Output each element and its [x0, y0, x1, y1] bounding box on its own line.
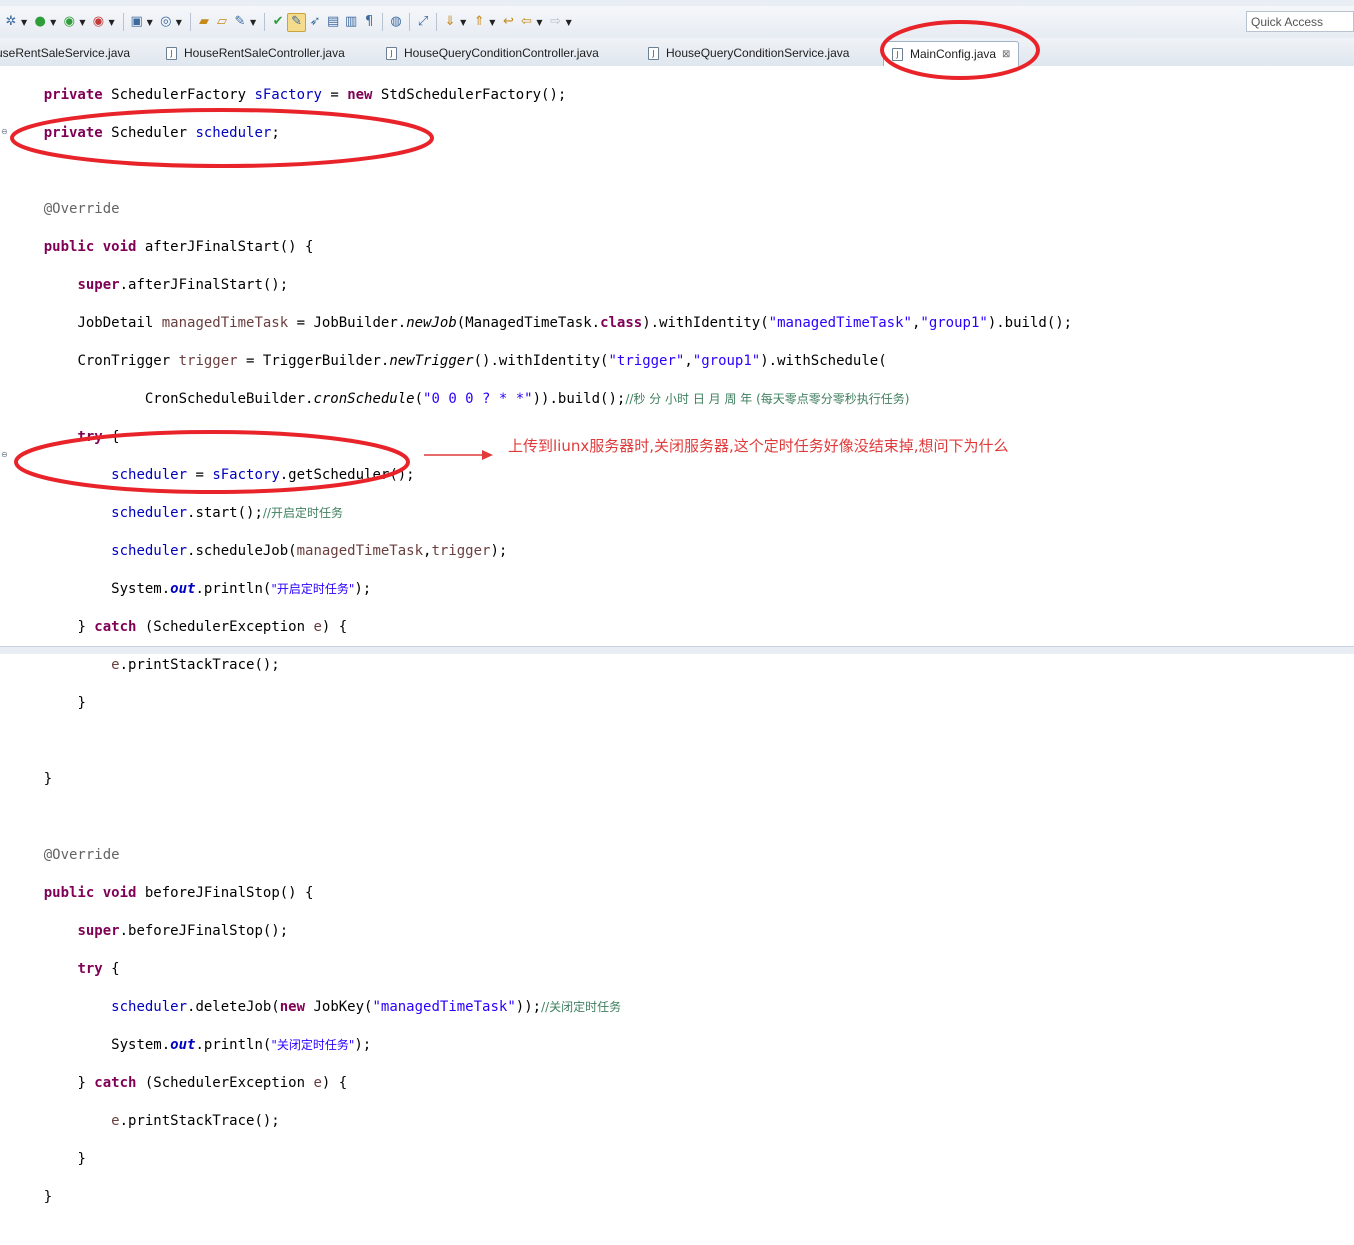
tab-label: MainConfig.java	[910, 47, 997, 61]
quick-access-input[interactable]: Quick Access	[1246, 11, 1354, 32]
new-class-dropdown-icon[interactable]: ▼	[176, 18, 182, 27]
run-as-icon[interactable]: ◉	[60, 13, 78, 31]
code-line: } catch (SchedulerException e) {	[77, 1075, 348, 1091]
annotation-note: 上传到liunx服务器时,关闭服务器,这个定时任务好像没结束掉,想问下为什么	[508, 437, 1009, 455]
code-line: @Override	[43, 201, 120, 217]
new-class-icon[interactable]: ◎	[157, 13, 175, 31]
next-edit-icon[interactable]: ⇓	[441, 13, 459, 31]
code-line: @Override	[43, 847, 120, 863]
code-line: }	[43, 1189, 53, 1205]
code-line: scheduler.start();//开启定时任务	[111, 505, 343, 521]
main-toolbar: ✲ ▼ ● ▼ ◉ ▼ ◉ ▼ ▣ ▼ ◎ ▼ ▰ ▱ ✎ ▼ ✔ ✎ ➶ ▤ ▥ ¶ ◍ ⤢…	[0, 6, 1354, 39]
toolbar-separator	[264, 13, 266, 31]
code-line: super.afterJFinalStart();	[77, 277, 289, 293]
toolbar-separator	[189, 13, 191, 31]
java-file-icon: J	[386, 46, 397, 60]
prev-edit-dropdown-icon[interactable]: ▼	[489, 18, 495, 27]
run-dropdown-icon[interactable]: ▼	[50, 18, 56, 27]
tab-house-rent-sale-controller[interactable]: J HouseRentSaleController.java	[166, 42, 345, 64]
back-icon[interactable]: ⇦	[517, 13, 535, 31]
tab-label: HouseQueryConditionController.java	[404, 46, 599, 60]
toolbar-separator	[122, 13, 124, 31]
show-whitespace-icon[interactable]: ¶	[360, 13, 378, 31]
tab-house-rent-sale-service[interactable]: useRentSaleService.java	[0, 42, 130, 64]
code-line: scheduler.deleteJob(new JobKey("managedT…	[111, 999, 622, 1015]
code-line: private Scheduler scheduler;	[43, 125, 280, 141]
link-icon[interactable]: ⤢	[414, 13, 432, 31]
code-line: CronTrigger trigger = TriggerBuilder.new…	[77, 353, 887, 369]
next-edit-dropdown-icon[interactable]: ▼	[460, 18, 466, 27]
code-line: super.beforeJFinalStop();	[77, 923, 289, 939]
code-line: public void beforeJFinalStop() {	[43, 885, 314, 901]
next-annotation-icon[interactable]: ▤	[324, 13, 342, 31]
debug-icon[interactable]: ✲	[2, 13, 20, 31]
debug-dropdown-icon[interactable]: ▼	[21, 18, 27, 27]
toolbar-run-group: ✲ ▼ ● ▼ ◉ ▼ ◉ ▼ ▣ ▼ ◎ ▼ ▰ ▱ ✎ ▼ ✔ ✎ ➶ ▤ ▥ ¶ ◍ ⤢…	[2, 12, 576, 32]
code-line: scheduler.scheduleJob(managedTimeTask,tr…	[111, 543, 508, 559]
back-dropdown-icon[interactable]: ▼	[536, 18, 542, 27]
code-line: JobDetail managedTimeTask = JobBuilder.n…	[77, 315, 1073, 331]
run-as-dropdown-icon[interactable]: ▼	[79, 18, 85, 27]
editor-tab-bar: useRentSaleService.java J HouseRentSaleC…	[0, 38, 1354, 67]
open-type-icon[interactable]: ▰	[195, 13, 213, 31]
tab-house-query-condition-service[interactable]: J HouseQueryConditionService.java	[648, 42, 849, 64]
toolbar-separator	[409, 13, 411, 31]
run-icon[interactable]: ●	[31, 13, 49, 31]
code-editor[interactable]: ⊖ ⊖ private SchedulerFactory sFactory = …	[0, 66, 1354, 1205]
fold-marker-icon[interactable]: ⊖	[1, 450, 8, 459]
code-line: System.out.println("开启定时任务");	[111, 581, 372, 597]
web-browser-icon[interactable]: ◍	[387, 13, 405, 31]
java-file-icon: J	[892, 47, 903, 61]
code-line: }	[43, 771, 53, 787]
code-line: }	[77, 695, 86, 711]
toolbar-separator	[436, 13, 438, 31]
prev-edit-icon[interactable]: ⇑	[470, 13, 488, 31]
search-dropdown-icon[interactable]: ▼	[250, 18, 256, 27]
tab-label: HouseQueryConditionService.java	[666, 46, 850, 60]
search-icon[interactable]: ✎	[231, 13, 249, 31]
code-line: try {	[77, 961, 120, 977]
open-folder-icon[interactable]: ▱	[213, 13, 231, 31]
external-tools-icon[interactable]: ◉	[89, 13, 107, 31]
code-line: } catch (SchedulerException e) {	[77, 619, 348, 635]
toolbar-separator	[382, 13, 384, 31]
code-line: CronScheduleBuilder.cronSchedule("0 0 0 …	[144, 391, 910, 407]
forward-dropdown-icon[interactable]: ▼	[566, 18, 572, 27]
code-text[interactable]: private SchedulerFactory sFactory = new …	[10, 67, 1072, 1245]
code-line: }	[77, 1151, 86, 1167]
toggle-mark-icon[interactable]: ✔	[269, 13, 287, 31]
highlight-icon[interactable]: ✎	[287, 12, 307, 32]
java-file-icon: J	[166, 46, 177, 60]
tab-label: useRentSaleService.java	[0, 46, 131, 60]
code-line: private SchedulerFactory sFactory = new …	[43, 87, 567, 103]
code-line: scheduler = sFactory.getScheduler();	[111, 467, 415, 483]
tab-house-query-condition-controller[interactable]: J HouseQueryConditionController.java	[386, 42, 599, 64]
fold-marker-icon[interactable]: ⊖	[1, 127, 8, 136]
new-wizard-icon[interactable]: ▣	[128, 13, 146, 31]
code-line: e.printStackTrace();	[111, 1113, 280, 1129]
last-edit-icon[interactable]: ↩	[499, 13, 517, 31]
external-tools-dropdown-icon[interactable]: ▼	[108, 18, 114, 27]
close-tab-icon[interactable]: ⊠	[1002, 49, 1010, 60]
code-line: public void afterJFinalStart() {	[43, 239, 314, 255]
prev-annotation-icon[interactable]: ▥	[342, 13, 360, 31]
pin-icon[interactable]: ➶	[306, 13, 324, 31]
new-wizard-dropdown-icon[interactable]: ▼	[147, 18, 153, 27]
forward-icon[interactable]: ⇨	[547, 13, 565, 31]
code-line: e.printStackTrace();	[111, 657, 280, 673]
code-line: System.out.println("关闭定时任务");	[111, 1037, 372, 1053]
tab-main-config[interactable]: J MainConfig.java ⊠	[883, 41, 1020, 66]
java-file-icon: J	[648, 46, 659, 60]
tab-label: HouseRentSaleController.java	[184, 46, 345, 60]
